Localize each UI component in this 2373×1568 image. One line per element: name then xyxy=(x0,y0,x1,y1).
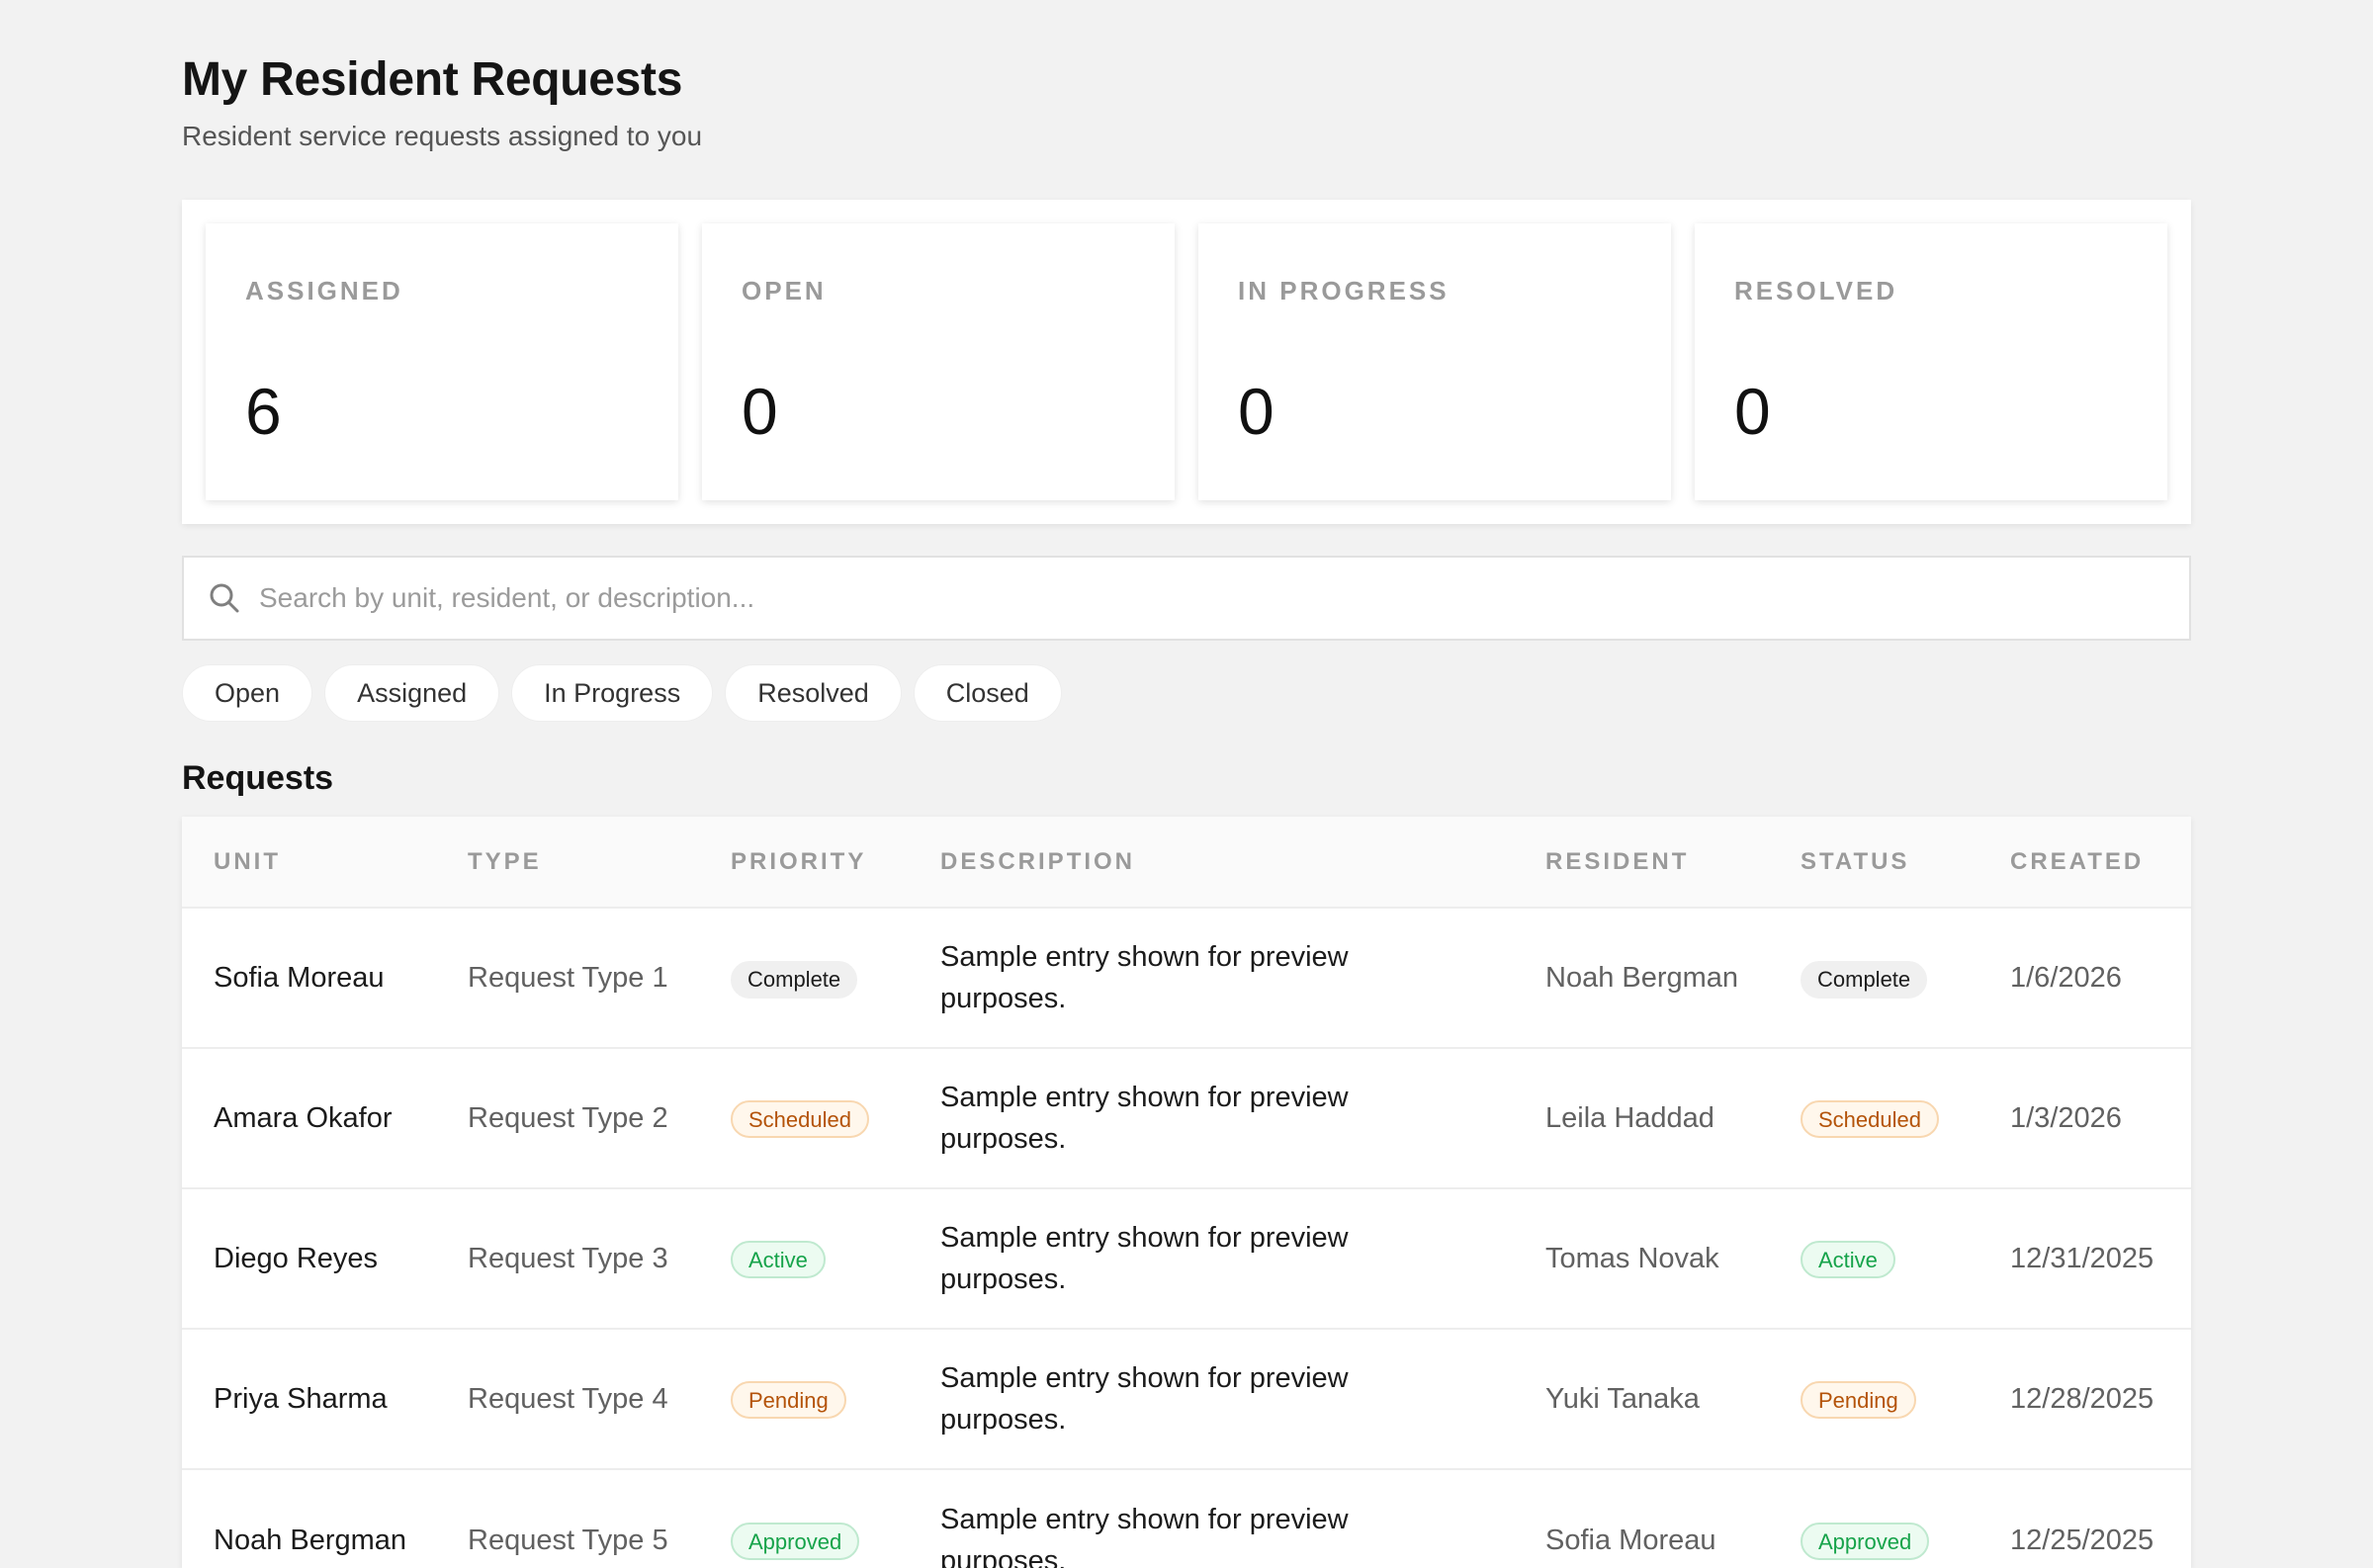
table-row[interactable]: Noah Bergman Request Type 5 Approved Sam… xyxy=(182,1469,2191,1568)
unit-cell: Amara Okafor xyxy=(214,1102,393,1134)
stats-panel: ASSIGNED 6 OPEN 0 IN PROGRESS 0 RESOLVED… xyxy=(182,200,2191,524)
priority-cell: Pending xyxy=(699,1329,909,1469)
filter-closed-button[interactable]: Closed xyxy=(913,664,1062,722)
resident-cell: Yuki Tanaka xyxy=(1545,1383,1700,1415)
status-cell: Approved xyxy=(1769,1469,1978,1568)
column-header-status: STATUS xyxy=(1801,847,1910,875)
created-cell: 12/31/2025 xyxy=(2010,1243,2154,1274)
status-badge: Active xyxy=(1801,1241,1895,1278)
priority-badge: Pending xyxy=(731,1381,846,1419)
priority-cell: Approved xyxy=(699,1469,909,1568)
stat-label: OPEN xyxy=(742,276,827,305)
search-input[interactable] xyxy=(259,558,2167,639)
status-filter-row: Open Assigned In Progress Resolved Close… xyxy=(182,664,1062,722)
type-cell: Request Type 4 xyxy=(468,1383,668,1415)
stat-card-in-progress: IN PROGRESS 0 xyxy=(1198,223,1671,500)
stat-card-resolved: RESOLVED 0 xyxy=(1695,223,2167,500)
column-header-type: TYPE xyxy=(468,847,542,875)
status-badge: Pending xyxy=(1801,1381,1916,1419)
resident-cell: Noah Bergman xyxy=(1545,962,1739,994)
status-badge: Scheduled xyxy=(1801,1100,1939,1138)
page-subtitle: Resident service requests assigned to yo… xyxy=(182,121,703,151)
filter-resolved-button[interactable]: Resolved xyxy=(725,664,902,722)
stat-value: 6 xyxy=(245,375,282,448)
stat-value: 0 xyxy=(742,375,778,448)
priority-badge: Approved xyxy=(731,1522,860,1560)
column-header-resident: RESIDENT xyxy=(1545,847,1690,875)
table-row[interactable]: Priya Sharma Request Type 4 Pending Samp… xyxy=(182,1329,2191,1469)
stat-label: ASSIGNED xyxy=(245,276,403,305)
status-cell: Complete xyxy=(1769,908,1978,1048)
status-cell: Active xyxy=(1769,1188,1978,1329)
priority-cell: Scheduled xyxy=(699,1048,909,1188)
type-cell: Request Type 3 xyxy=(468,1243,668,1274)
search-icon xyxy=(210,583,239,613)
type-cell: Request Type 2 xyxy=(468,1102,668,1134)
search-box[interactable] xyxy=(182,556,2191,641)
filter-open-button[interactable]: Open xyxy=(182,664,313,722)
column-header-created: CREATED xyxy=(2010,847,2145,875)
status-cell: Scheduled xyxy=(1769,1048,1978,1188)
page-header: My Resident Requests Resident service re… xyxy=(182,51,2061,154)
description-cell: Sample entry shown for preview purposes. xyxy=(940,1082,1349,1155)
status-badge: Approved xyxy=(1801,1522,1930,1560)
unit-cell: Priya Sharma xyxy=(214,1383,388,1415)
priority-badge: Scheduled xyxy=(731,1100,869,1138)
unit-cell: Sofia Moreau xyxy=(214,962,385,994)
created-cell: 12/28/2025 xyxy=(2010,1383,2154,1415)
table-row[interactable]: Diego Reyes Request Type 3 Active Sample… xyxy=(182,1188,2191,1329)
stat-card-assigned: ASSIGNED 6 xyxy=(206,223,678,500)
requests-section-title: Requests xyxy=(182,759,334,797)
resident-cell: Sofia Moreau xyxy=(1545,1524,1716,1556)
created-cell: 12/25/2025 xyxy=(2010,1524,2154,1556)
requests-table-container: UNIT TYPE PRIORITY DESCRIPTION RESIDENT … xyxy=(182,817,2191,1568)
unit-cell: Noah Bergman xyxy=(214,1524,407,1556)
column-header-unit: UNIT xyxy=(214,847,281,875)
filter-assigned-button[interactable]: Assigned xyxy=(324,664,500,722)
description-cell: Sample entry shown for preview purposes. xyxy=(940,1222,1349,1295)
resident-requests-page: My Resident Requests Resident service re… xyxy=(0,0,2373,1568)
unit-cell: Diego Reyes xyxy=(214,1243,379,1274)
priority-cell: Complete xyxy=(699,908,909,1048)
description-cell: Sample entry shown for preview purposes. xyxy=(940,1503,1349,1568)
resident-cell: Tomas Novak xyxy=(1545,1243,1719,1274)
priority-cell: Active xyxy=(699,1188,909,1329)
description-cell: Sample entry shown for preview purposes. xyxy=(940,941,1349,1014)
priority-badge: Active xyxy=(731,1241,826,1278)
status-badge: Complete xyxy=(1801,961,1928,999)
stat-value: 0 xyxy=(1734,375,1771,448)
stat-label: RESOLVED xyxy=(1734,276,1898,305)
description-cell: Sample entry shown for preview purposes. xyxy=(940,1362,1349,1436)
table-row[interactable]: Amara Okafor Request Type 2 Scheduled Sa… xyxy=(182,1048,2191,1188)
requests-table: UNIT TYPE PRIORITY DESCRIPTION RESIDENT … xyxy=(182,817,2191,1568)
column-header-priority: PRIORITY xyxy=(731,847,867,875)
table-header-row: UNIT TYPE PRIORITY DESCRIPTION RESIDENT … xyxy=(182,817,2191,908)
stat-value: 0 xyxy=(1238,375,1274,448)
type-cell: Request Type 5 xyxy=(468,1524,668,1556)
created-cell: 1/3/2026 xyxy=(2010,1102,2122,1134)
created-cell: 1/6/2026 xyxy=(2010,962,2122,994)
resident-cell: Leila Haddad xyxy=(1545,1102,1714,1134)
page-title: My Resident Requests xyxy=(182,53,683,106)
stat-label: IN PROGRESS xyxy=(1238,276,1450,305)
table-row[interactable]: Sofia Moreau Request Type 1 Complete Sam… xyxy=(182,908,2191,1048)
filter-in-progress-button[interactable]: In Progress xyxy=(511,664,714,722)
stat-card-open: OPEN 0 xyxy=(702,223,1175,500)
column-header-description: DESCRIPTION xyxy=(940,847,1136,875)
status-cell: Pending xyxy=(1769,1329,1978,1469)
type-cell: Request Type 1 xyxy=(468,962,668,994)
priority-badge: Complete xyxy=(731,961,858,999)
